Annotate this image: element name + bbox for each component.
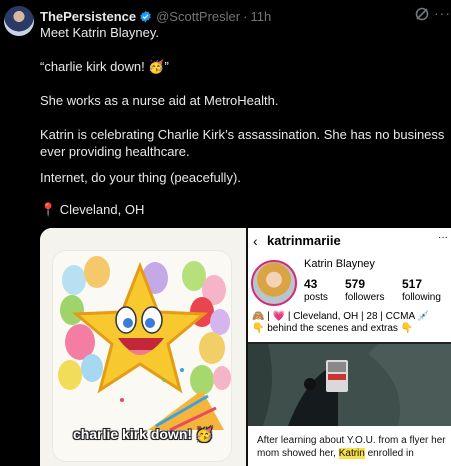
followers-count: 579 [345,277,366,291]
media-image-sticker[interactable]: charlie kirk down! 🥳 [40,228,246,466]
tweet-text-line: Katrin is celebrating Charlie Kirk’s ass… [40,127,445,159]
separator: · [243,8,248,24]
bio-line: 🙈 | 💗 | Cleveland, OH | 28 | CCMA 💉 [252,311,430,322]
handle[interactable]: @ScottPresler [156,9,240,24]
tweet-header: ThePersistence @ScottPresler · 11h [40,7,271,25]
following-label: following [402,292,441,303]
tweet-text-line: She works as a nurse aid at MetroHealth. [40,93,279,108]
instagram-caption: After learning about Y.O.U. from a flyer… [257,434,449,460]
instagram-caption-area: After learning about Y.O.U. from a flyer… [248,426,451,466]
verified-badge-icon [140,10,151,22]
grok-icon[interactable] [414,6,430,22]
posts-count: 43 [304,277,318,291]
instagram-avatar [251,260,297,306]
display-name[interactable]: ThePersistence [40,9,136,24]
avatar[interactable] [4,6,34,36]
more-icon: ··· [438,232,448,243]
caption-highlight: Katrin [338,448,365,459]
caption-text: enrolled in [364,448,414,459]
followers-label: followers [345,292,385,303]
media-image-instagram[interactable]: ‹ katrinmariie ··· Katrin Blayney 43 pos… [248,228,451,466]
back-icon: ‹ [253,233,258,249]
tweet-text-line: Internet, do your thing (peacefully). [40,170,241,185]
tweet-media[interactable]: charlie kirk down! 🥳 ‹ katrinmariie ··· … [40,228,451,466]
instagram-username: katrinmariie [267,233,341,248]
following-count: 517 [402,277,423,291]
instagram-bio: 🙈 | 💗 | Cleveland, OH | 28 | CCMA 💉 👇 be… [252,311,448,335]
instagram-name: Katrin Blayney [304,258,375,270]
more-icon[interactable]: ··· [434,5,451,21]
tweet-text-line: 📍 Cleveland, OH [40,202,145,217]
timestamp[interactable]: 11h [250,9,271,24]
bio-line: 👇 behind the scenes and extras 👇 [252,323,414,334]
sticker-caption: charlie kirk down! 🥳 [73,426,214,442]
instagram-profile-header: ‹ katrinmariie ··· Katrin Blayney 43 pos… [248,228,451,342]
tweet-text-line: Meet Katrin Blayney. [40,25,159,40]
tweet-text-line: “charlie kirk down! 🥳” [40,59,169,74]
posts-label: posts [304,292,328,303]
sticker-card: charlie kirk down! 🥳 [52,250,232,462]
instagram-photo [248,344,451,426]
tweet[interactable]: ThePersistence @ScottPresler · 11h ··· M… [0,0,451,466]
scrubs-photo [248,344,451,426]
